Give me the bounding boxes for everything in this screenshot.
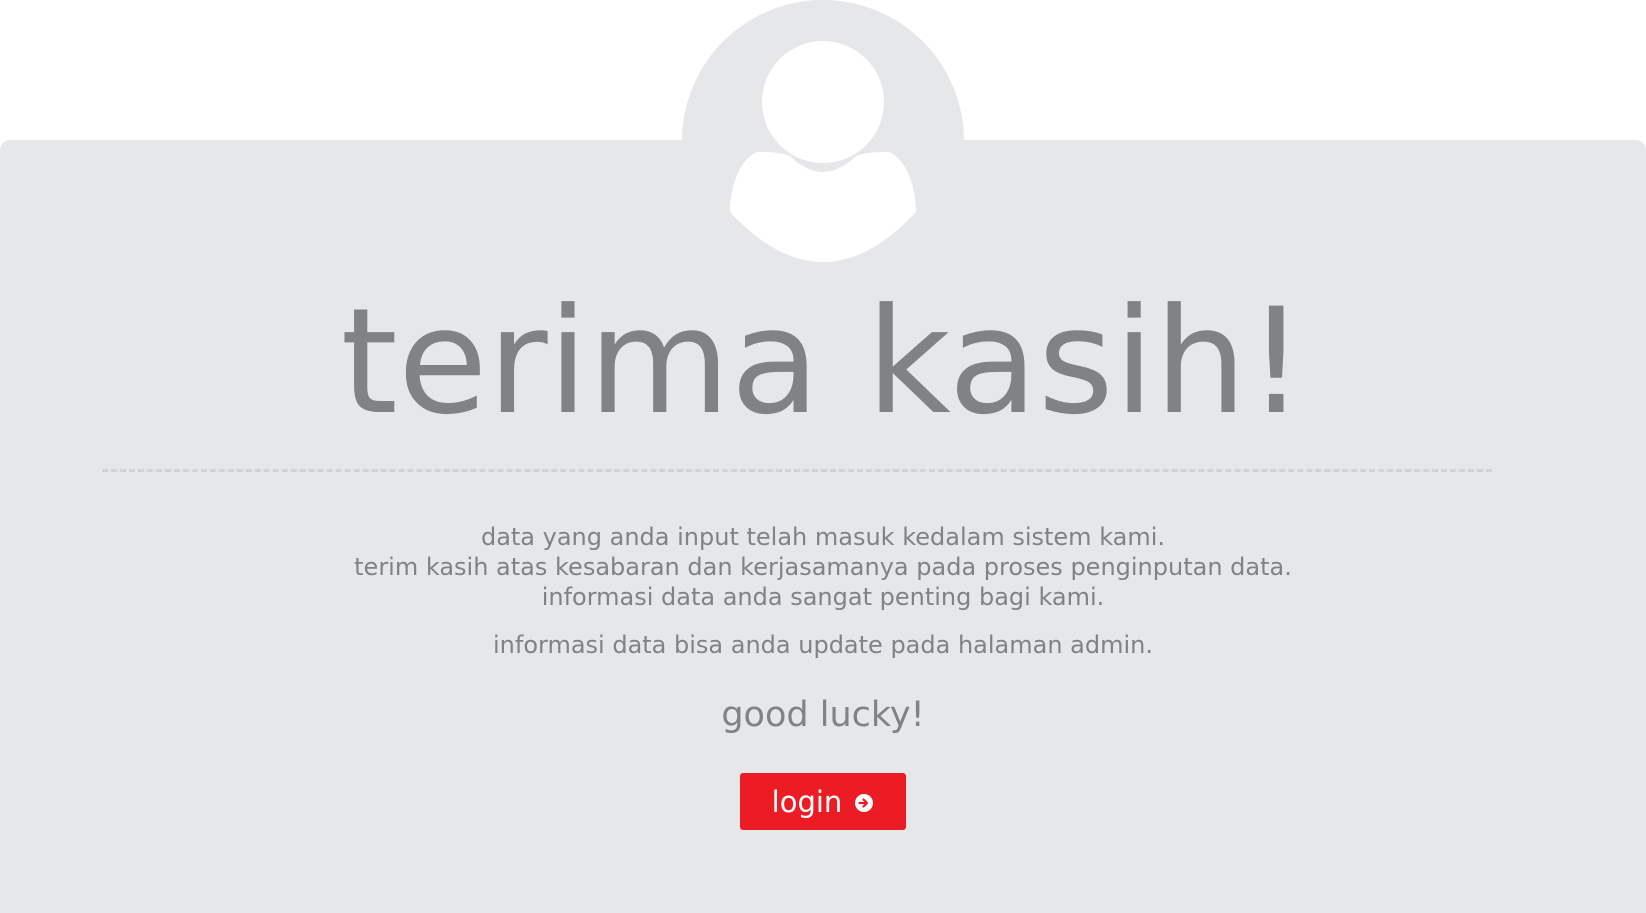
dashed-divider bbox=[102, 469, 1492, 472]
admin-note: informasi data bisa anda update pada hal… bbox=[492, 631, 1153, 659]
thank-you-page: terima kasih! data yang anda input telah… bbox=[0, 0, 1646, 913]
message-line: terim kasih atas kesabaran dan kerjasama… bbox=[354, 553, 1292, 581]
closing-text: good lucky! bbox=[721, 695, 925, 735]
message-line: data yang anda input telah masuk kedalam… bbox=[480, 523, 1166, 551]
message-line: informasi data anda sangat penting bagi … bbox=[541, 583, 1105, 611]
login-button[interactable]: login bbox=[740, 773, 906, 830]
arrow-circle-right-icon bbox=[854, 793, 874, 813]
avatar bbox=[682, 0, 964, 282]
confirmation-message: data yang anda input telah masuk kedalam… bbox=[0, 522, 1646, 612]
page-title: terima kasih! bbox=[340, 277, 1306, 447]
login-button-label: login bbox=[771, 784, 843, 819]
user-icon bbox=[682, 0, 964, 282]
